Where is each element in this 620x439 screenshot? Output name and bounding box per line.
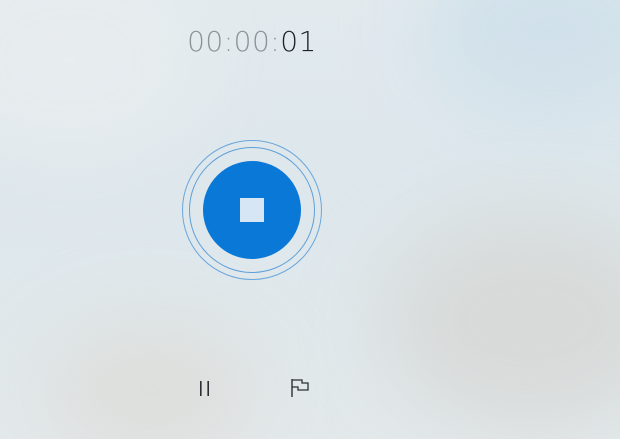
flag-icon bbox=[291, 379, 309, 397]
pause-button[interactable] bbox=[189, 372, 221, 404]
recording-timer: 00:00:01 bbox=[150, 22, 354, 62]
background-blur bbox=[420, 0, 620, 120]
pause-icon bbox=[200, 381, 209, 396]
background-blur bbox=[380, 210, 620, 430]
background-blur bbox=[40, 320, 260, 439]
timer-elapsed-prefix: 00:00: bbox=[187, 25, 281, 58]
recording-indicator bbox=[182, 140, 322, 280]
add-marker-button[interactable] bbox=[284, 372, 316, 404]
stop-recording-button[interactable] bbox=[203, 161, 301, 259]
timer-elapsed-seconds: 01 bbox=[280, 25, 317, 58]
stop-square-icon bbox=[240, 198, 264, 222]
